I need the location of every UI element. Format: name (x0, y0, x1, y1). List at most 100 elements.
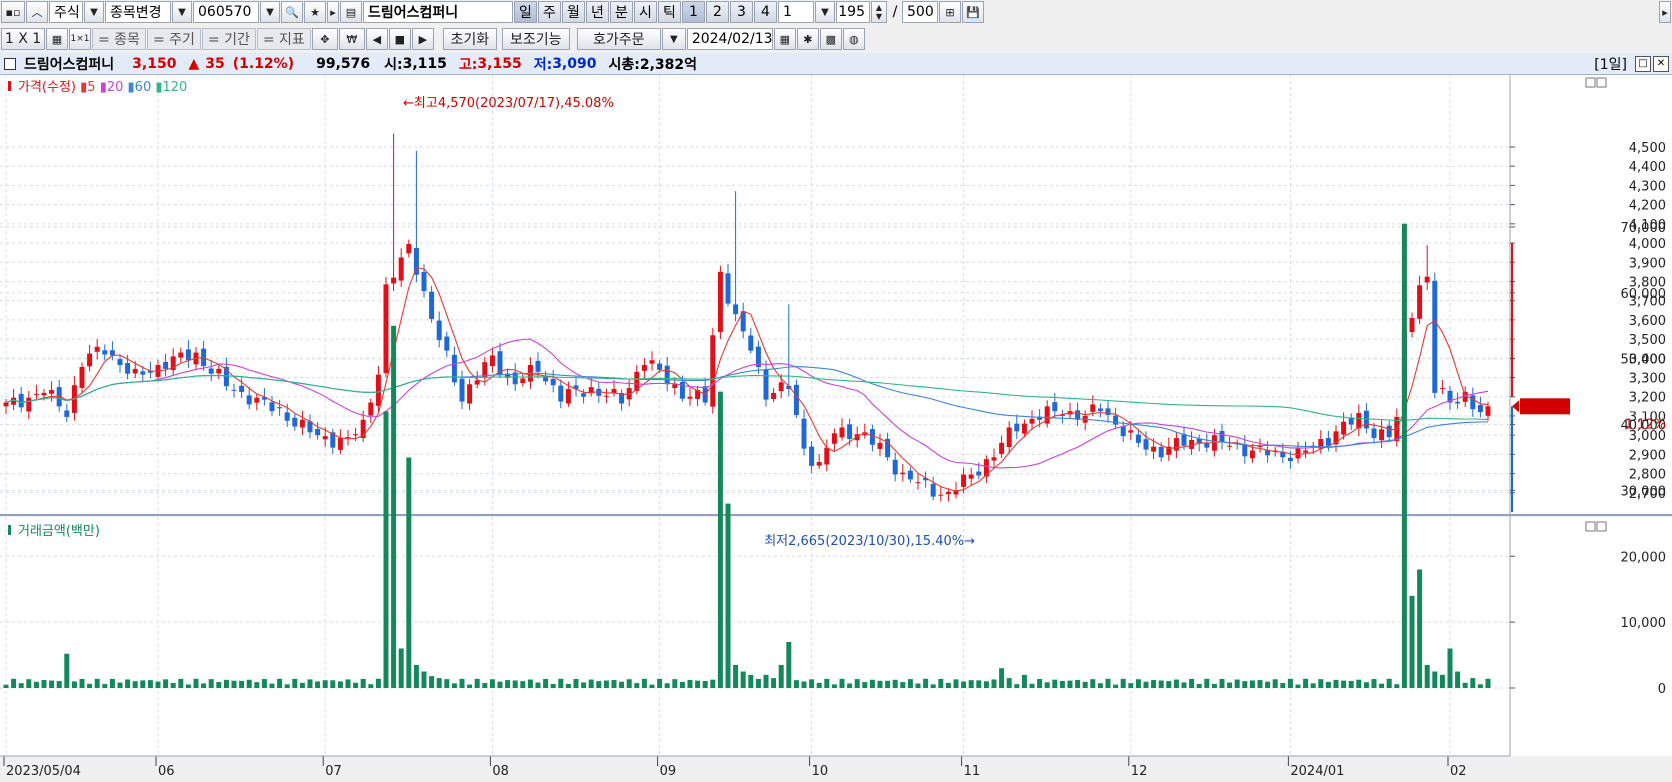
move-tool-button[interactable]: ✥ (311, 28, 338, 50)
volume-bar (1303, 678, 1309, 688)
candle-body (763, 369, 769, 400)
period-minute-tab[interactable]: 분 (610, 1, 633, 23)
change-stock-field[interactable]: 종목변경 (105, 1, 171, 23)
price-panel-minimize-button[interactable] (1585, 77, 1596, 88)
candle-body (398, 257, 404, 281)
volume-bar (307, 679, 313, 688)
volume-panel-close-button[interactable] (1596, 521, 1607, 532)
time-tick-label: 2024/01 (1290, 764, 1344, 779)
volume-tick-label: 70,000 (1621, 221, 1667, 236)
candle-body (3, 402, 9, 407)
settings-button[interactable]: ✱ (796, 28, 819, 50)
triangle-left-icon: ◀ (372, 32, 382, 46)
volume-bar (474, 678, 480, 688)
period-week-tab[interactable]: 주 (538, 1, 561, 23)
cycle-sync-toggle[interactable]: = 주기 (146, 28, 201, 50)
volume-bar (649, 684, 655, 688)
currency-button[interactable]: ₩ (338, 28, 365, 50)
aux-function-button[interactable]: 보조기능 (501, 28, 570, 50)
candle-body (809, 446, 815, 466)
period-tick-tab[interactable]: 틱 (658, 1, 681, 23)
stock-sync-toggle[interactable]: = 종목 (92, 28, 146, 50)
volume-bar (322, 680, 328, 688)
candle-body (831, 433, 837, 444)
multiplier-4-button[interactable]: 4 (754, 1, 777, 23)
candle-body (185, 349, 191, 361)
indicator-settings-button[interactable]: ▩ (819, 28, 842, 50)
global-search-button[interactable]: ◍ (842, 28, 865, 50)
candle-body (1227, 445, 1233, 447)
volume-bar (239, 680, 245, 688)
panel-scroll-right[interactable]: ▸ (1659, 1, 1671, 23)
order-button[interactable]: 호가주문 (576, 28, 661, 50)
candle-body (641, 365, 647, 371)
favorite-button[interactable]: ★ (304, 1, 326, 23)
multiplier-1-button[interactable]: 1 (682, 1, 705, 23)
scroll-left-button[interactable]: ◀ (365, 28, 388, 50)
candle-body (246, 395, 252, 405)
volume-bar (1394, 684, 1400, 688)
maximize-button[interactable]: □ (1635, 55, 1651, 72)
legend-price-title: 가격(수정) (18, 80, 80, 95)
chart-area[interactable]: 4,5004,4004,3004,2004,1004,0003,9003,800… (0, 75, 1672, 782)
change-stock-dropdown[interactable]: ▼ (172, 1, 192, 23)
save-button[interactable]: 💾 (962, 1, 984, 23)
count-input[interactable]: 195 (836, 1, 870, 23)
info-change-arrow: ▲ (188, 55, 200, 72)
period-month-tab[interactable]: 월 (562, 1, 585, 23)
stop-button[interactable]: ■ (388, 28, 411, 50)
volume-bar (1272, 679, 1278, 688)
multiplier-dropdown[interactable]: ▼ (815, 1, 835, 23)
candle-body (907, 470, 913, 480)
close-button[interactable]: ✕ (1653, 55, 1669, 72)
market-dropdown-button[interactable]: ▼ (84, 1, 104, 23)
market-select[interactable]: 주식 (49, 1, 83, 23)
next-stock-button[interactable]: ▸ (327, 1, 339, 23)
multiplier-3-button[interactable]: 3 (730, 1, 753, 23)
news-button[interactable]: ▤ (340, 1, 362, 23)
stock-code-input[interactable]: 060570 (193, 1, 259, 23)
stock-code-dropdown[interactable]: ▼ (260, 1, 280, 23)
period-year-tab[interactable]: 년 (586, 1, 609, 23)
scroll-right-button[interactable]: ▶ (411, 28, 434, 50)
candle-body (1029, 418, 1035, 424)
volume-bar (170, 682, 176, 688)
up-arrow-button[interactable]: ︿ (26, 1, 48, 23)
price-tick-label: 3,900 (1629, 256, 1666, 271)
max-count-input[interactable]: 500 (902, 1, 938, 23)
layout-button[interactable]: 1 X 1 (1, 28, 45, 50)
select-checkbox[interactable] (4, 57, 16, 70)
add-chart-button[interactable]: ⊞ (939, 1, 961, 23)
reset-button[interactable]: 초기화 (442, 28, 497, 50)
volume-tick-label: 20,000 (1621, 550, 1667, 565)
volume-bar (771, 678, 777, 688)
volume-panel-minimize-button[interactable] (1585, 521, 1596, 532)
period-day-tab[interactable]: 일 (514, 1, 537, 23)
caret-down-icon: ▼ (178, 6, 186, 18)
volume-bar (520, 681, 526, 688)
candle-body (406, 244, 412, 254)
volume-bar (71, 681, 77, 688)
search-button[interactable]: 🔍 (281, 1, 303, 23)
volume-bar (1379, 683, 1385, 688)
candle-body (733, 304, 739, 315)
period-sync-toggle[interactable]: = 기간 (201, 28, 256, 50)
volume-bar (193, 678, 199, 688)
multiplier-2-button[interactable]: 2 (706, 1, 729, 23)
period-hour-tab[interactable]: 시 (634, 1, 657, 23)
order-dropdown[interactable]: ▼ (661, 28, 686, 50)
candle-body (231, 389, 237, 391)
volume-bar (269, 683, 275, 688)
single-layout-button[interactable]: 1×1 (69, 28, 91, 50)
grid-layout-button[interactable]: ▦ (46, 28, 68, 50)
price-panel-close-button[interactable] (1596, 77, 1607, 88)
indicator-sync-toggle[interactable]: = 지표 (256, 28, 311, 50)
date-input[interactable]: 2024/02/13 (686, 28, 773, 50)
volume-bar (299, 682, 305, 688)
multiplier-input[interactable]: 1 (778, 1, 814, 23)
count-spinner[interactable]: ▲ ▼ (871, 1, 887, 23)
volume-bar (695, 680, 701, 688)
calendar-button[interactable]: ▦ (773, 28, 796, 50)
window-menu-button[interactable]: ▪▫ (1, 1, 25, 23)
info-low-label: 저: (533, 56, 553, 73)
